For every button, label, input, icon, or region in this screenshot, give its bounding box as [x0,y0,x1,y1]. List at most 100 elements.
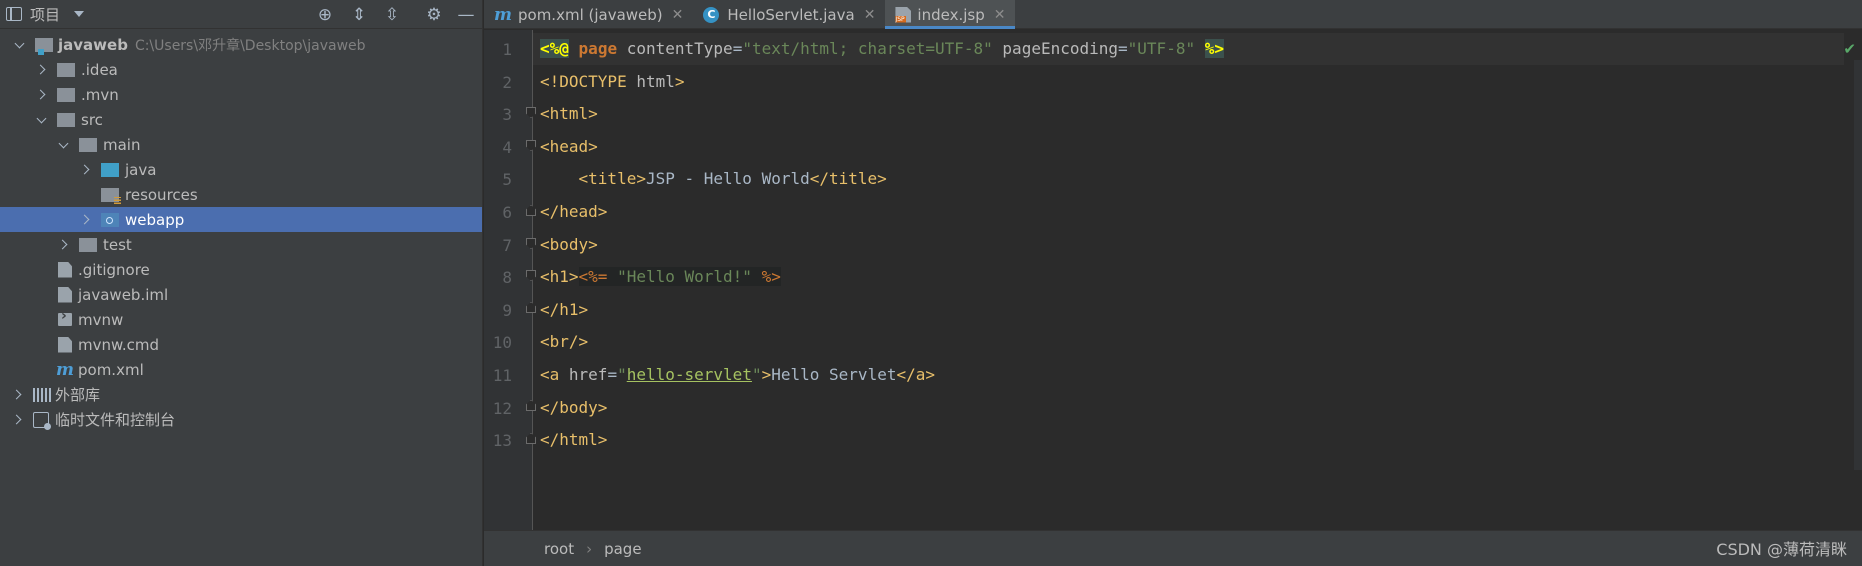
tree-item-label: src [81,110,103,129]
code-line[interactable]: </head> [540,196,607,228]
library-icon [33,387,51,402]
tree-item-mvnw[interactable]: mvnw [0,307,482,332]
code-line[interactable]: <body> [540,229,598,261]
line-number: 11 [492,366,512,385]
tab-label: index.jsp [917,5,985,24]
tab-index-jsp[interactable]: JSP index.jsp ✕ [885,0,1016,29]
tree-item-label: 外部库 [55,386,101,404]
tree-item-main[interactable]: main [0,132,482,157]
tree-item-java[interactable]: java [0,157,482,182]
project-panel-header: 项目 ⊕ ⇕ ⇳ ⚙ — [0,0,482,29]
chevron-right-icon[interactable] [80,165,90,175]
chevron-down-icon[interactable] [74,11,85,17]
chevron-right-icon[interactable] [36,90,46,100]
error-stripe[interactable] [1854,60,1862,470]
folder-icon [57,87,75,102]
chevron-right-icon[interactable] [12,390,22,400]
tree-item-label: resources [125,185,198,204]
close-icon[interactable]: ✕ [994,7,1006,23]
line-number: 9 [502,300,512,320]
web-folder-icon [101,212,119,227]
tab-label: pom.xml (javaweb) [518,5,663,24]
line-number: 7 [502,235,512,255]
tree-item-project[interactable]: javaweb C:\Users\邓升章\Desktop\javaweb [0,32,482,57]
tree-item-mvn[interactable]: .mvn [0,82,482,107]
line-number: 1 [502,40,512,59]
tree-item-webapp[interactable]: webapp [0,207,482,232]
chevron-down-icon[interactable] [36,115,46,125]
module-folder-icon [35,37,53,55]
code-line[interactable]: </body> [540,392,607,424]
tree-item-resources[interactable]: resources [0,182,482,207]
chevron-down-icon[interactable] [58,140,68,150]
expand-all-icon[interactable]: ⇕ [350,6,368,24]
line-number: 2 [502,72,512,92]
code-line[interactable]: <h1><%= "Hello World!" %> [540,261,781,293]
tree-item-pom[interactable]: m pom.xml [0,357,482,382]
project-panel-title[interactable]: 项目 [30,4,60,25]
line-number: 13 [492,431,512,451]
tree-item-iml[interactable]: javaweb.iml [0,282,482,307]
breadcrumb-item-page[interactable]: page [604,540,641,558]
line-number: 10 [492,333,512,353]
tree-item-label: test [103,235,132,254]
minimize-icon[interactable]: — [457,6,475,24]
shell-script-icon [58,308,72,326]
ignore-file-icon [58,261,72,278]
code-line[interactable]: <head> [540,131,598,163]
jsp-file-icon: JSP [895,6,912,23]
editor-tabs: m pom.xml (javaweb) ✕ C HelloServlet.jav… [484,0,1862,29]
locate-icon[interactable]: ⊕ [316,6,334,24]
chevron-right-icon[interactable] [80,215,90,225]
project-path: C:\Users\邓升章\Desktop\javaweb [134,37,366,54]
code-line[interactable]: <a href="hello-servlet">Hello Servlet</a… [540,359,935,391]
checkmark-icon[interactable]: ✔ [1843,40,1856,58]
breadcrumb-separator-icon: › [586,539,593,558]
chevron-down-icon[interactable] [14,40,24,50]
tree-item-idea[interactable]: .idea [0,57,482,82]
code-line[interactable]: </html> [540,424,607,456]
scratches-icon [33,411,51,430]
close-icon[interactable]: ✕ [672,7,684,23]
collapse-all-icon[interactable]: ⇳ [383,6,401,24]
close-icon[interactable]: ✕ [864,7,876,23]
project-view-icon [6,7,22,21]
chevron-right-icon[interactable] [12,415,22,425]
tree-item-label: .gitignore [78,260,150,279]
line-number: 8 [502,268,512,288]
project-name: javaweb [58,35,128,54]
code-line[interactable]: <br/> [540,326,588,358]
resources-folder-icon [101,187,121,204]
java-class-icon: C [703,6,720,23]
code-line[interactable]: <html> [540,98,598,130]
project-panel: 项目 ⊕ ⇕ ⇳ ⚙ — javaweb C:\Users\邓升章\Deskto… [0,0,483,566]
tab-pom-xml[interactable]: m pom.xml (javaweb) ✕ [484,0,693,29]
watermark: CSDN @薄荷清眯 [1716,540,1847,559]
code-line[interactable]: </h1> [540,294,588,326]
chevron-right-icon[interactable] [58,240,68,250]
project-tree: javaweb C:\Users\邓升章\Desktop\javaweb .id… [0,29,482,432]
tree-item-label: pom.xml [78,360,144,379]
line-number: 4 [502,137,512,157]
tree-item-mvnw-cmd[interactable]: mvnw.cmd [0,332,482,357]
code-line[interactable]: <title>JSP - Hello World</title> [540,163,887,195]
code-area[interactable]: <%@ page contentType="text/html; charset… [540,30,1842,530]
tree-item-test[interactable]: test [0,232,482,257]
code-line[interactable]: <!DOCTYPE html> [540,66,685,98]
tree-item-label: mvnw [78,310,124,329]
gear-icon[interactable]: ⚙ [425,6,443,24]
code-line[interactable]: <%@ page contentType="text/html; charset… [540,33,1224,65]
tree-item-src[interactable]: src [0,107,482,132]
folder-icon [57,62,75,77]
line-number: 12 [492,398,512,418]
tree-item-gitignore[interactable]: .gitignore [0,257,482,282]
tab-hello-servlet[interactable]: C HelloServlet.java ✕ [693,0,885,29]
tree-item-external-libs[interactable]: 外部库 [0,382,482,407]
breadcrumb: root › page [484,530,1862,566]
folder-icon [57,112,75,127]
breadcrumb-item-root[interactable]: root [544,540,574,558]
editor: m pom.xml (javaweb) ✕ C HelloServlet.jav… [484,0,1862,566]
tree-item-scratches[interactable]: 临时文件和控制台 [0,407,482,432]
chevron-right-icon[interactable] [36,65,46,75]
source-folder-icon [101,162,119,177]
